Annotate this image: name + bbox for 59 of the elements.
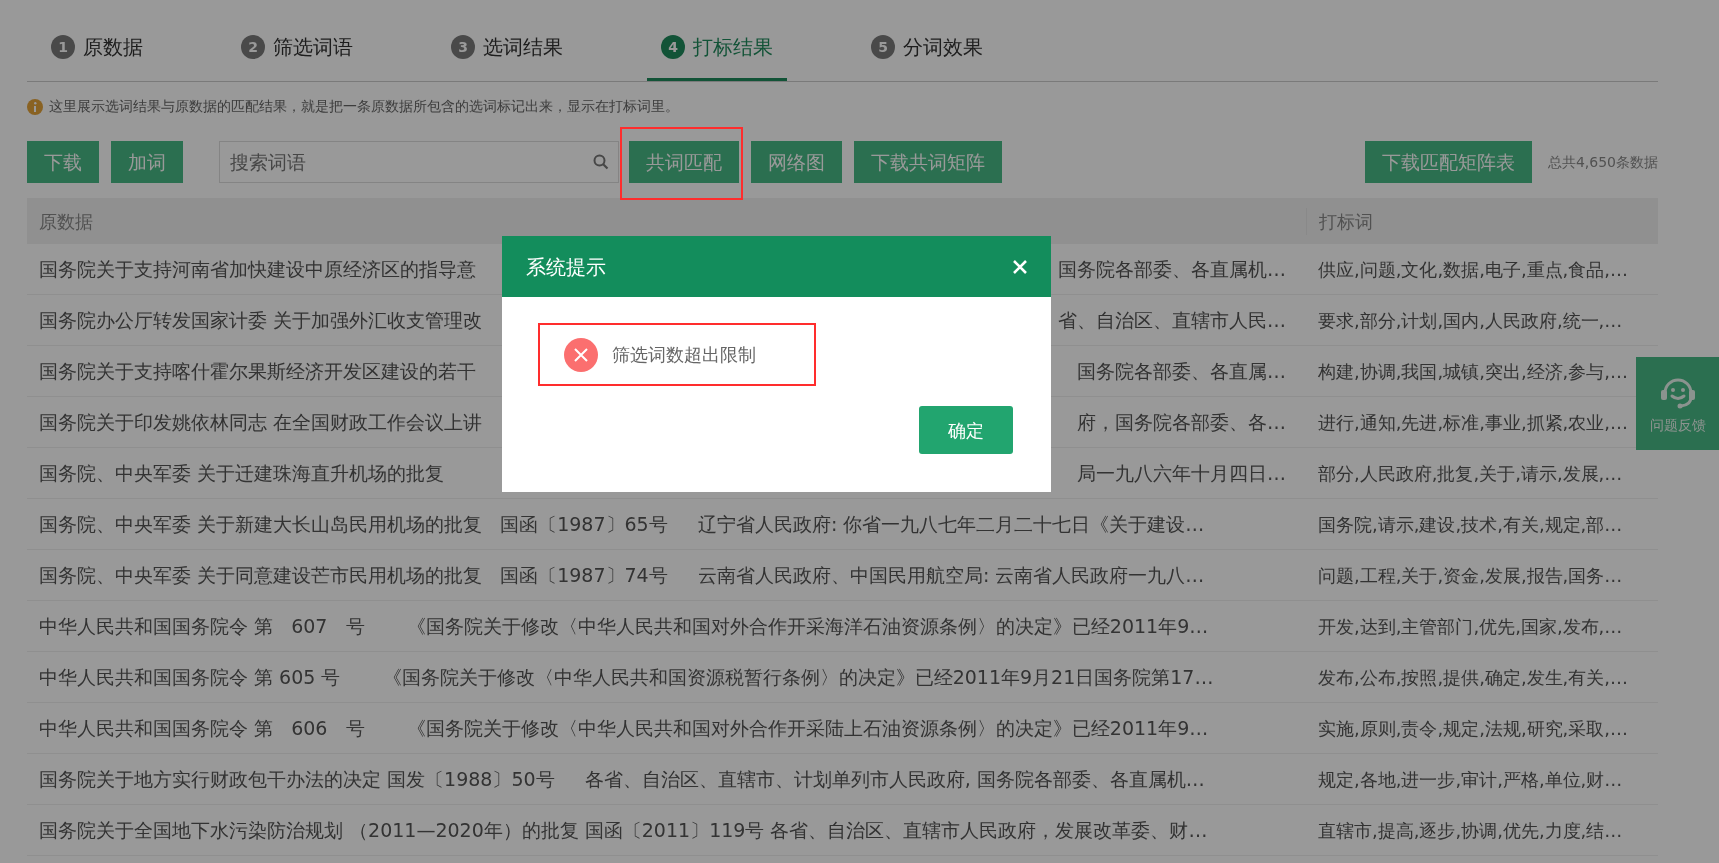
- table-cell: 实施,原则,责令,规定,法规,研究,采取,…: [1318, 717, 1629, 739]
- toolbar-button[interactable]: 下载共词矩阵: [854, 141, 1002, 183]
- toolbar-button[interactable]: 下载匹配矩阵表: [1364, 141, 1532, 183]
- table-cell-text: 中华人民共和国国务院令 第 605 号 《国务院关于修改〈中华人民共和国资源税暂行条例〉的决定》已经2011年9月21日国务院第17…: [39, 664, 1214, 690]
- table-cell: 供应,问题,文化,数据,电子,重点,食品,…: [1318, 258, 1629, 280]
- table-cell-text: 国务院、中央军委 关于迁建珠海直升机场的批复: [39, 460, 445, 486]
- table-cell-text: 国务院办公厅转发国家计委 关于加强外汇收支管理改: [39, 307, 483, 333]
- step-number: 2: [241, 35, 265, 59]
- toolbar-button[interactable]: 共词匹配: [629, 141, 739, 183]
- step-tab[interactable]: 3 选词结果: [437, 32, 577, 81]
- table-cell: 发布,公布,按照,提供,确定,发生,有关,…: [1318, 666, 1629, 688]
- table-cell: 部分,人民政府,批复,关于,请示,发展,…: [1318, 462, 1623, 484]
- table-cell: 开发,达到,主管部门,优先,国家,发布,…: [1318, 615, 1623, 637]
- step-number: 5: [871, 35, 895, 59]
- table-cell-text: 省、自治区、直辖市人民…: [1058, 307, 1286, 333]
- table-cell-text: 国务院各部委、各直属…: [1077, 358, 1286, 384]
- dialog-message: 筛选词数超出限制: [612, 343, 756, 367]
- toolbar-button[interactable]: 网络图: [751, 141, 842, 183]
- confirm-button[interactable]: 确定: [919, 406, 1013, 454]
- table-cell: 国务院,请示,建设,技术,有关,规定,部…: [1318, 513, 1623, 535]
- step-number: 1: [51, 35, 75, 59]
- table-cell-text: 中华人民共和国国务院令 第 606 号 《国务院关于修改〈中华人民共和国对外合作开采陆上石油资源条例〉的决定》已经2011年9…: [39, 715, 1209, 741]
- column-header: 打标词: [1319, 210, 1373, 232]
- error-icon: [564, 337, 598, 372]
- table-cell-text: 府，国务院各部委、各…: [1077, 409, 1286, 435]
- table-cell: 问题,工程,关于,资金,发展,报告,国务…: [1318, 564, 1623, 586]
- dialog-title: 系统提示: [526, 253, 606, 281]
- search-field[interactable]: 搜索词语: [219, 141, 619, 183]
- step-tab[interactable]: 5 分词效果: [857, 32, 997, 81]
- table-cell-text: 国务院各部委、各直属机…: [1058, 256, 1286, 282]
- notice-text: 这里展示选词结果与原数据的匹配结果，就是把一条原数据所包含的选词标记出来，显示在打标词里。: [49, 97, 679, 116]
- toolbar-button[interactable]: 下载: [27, 141, 99, 183]
- step-number: 3: [451, 35, 475, 59]
- table-cell: 规定,各地,进一步,审计,严格,单位,财…: [1318, 768, 1623, 790]
- feedback-button[interactable]: 问题反馈: [1636, 357, 1719, 450]
- table-cell-text: 国务院关于地方实行财政包干办法的决定 国发〔1988〕50号 各省、自治区、直辖市、计划单列市人民政府, 国务院各部委、各直属机…: [39, 766, 1205, 792]
- table-cell-text: 国务院关于支持喀什霍尔果斯经济开发区建设的若干: [39, 358, 476, 384]
- table-cell-text: 局一九八六年十月四日…: [1077, 460, 1286, 486]
- step-tab[interactable]: 2 筛选词语: [227, 32, 367, 81]
- table-cell-text: 国务院、中央军委 关于同意建设芒市民用机场的批复 国函〔1987〕74号 云南省人民政府、中国民用航空局: 云南省人民政府一九八…: [39, 562, 1205, 588]
- toolbar-button[interactable]: 加词: [111, 141, 183, 183]
- feedback-label: 问题反馈: [1649, 416, 1706, 435]
- table-cell: 进行,通知,先进,标准,事业,抓紧,农业,…: [1318, 411, 1629, 433]
- table-cell-text: 国务院关于支持河南省加快建设中原经济区的指导意: [39, 256, 476, 282]
- step-tab[interactable]: 4 打标结果: [647, 32, 787, 81]
- table-cell-text: 国务院、中央军委 关于新建大长山岛民用机场的批复 国函〔1987〕65号 辽宁省人民政府: 你省一九八七年二月二十七日《关于建设…: [39, 511, 1205, 537]
- step-number: 4: [661, 35, 685, 59]
- column-header: 原数据: [39, 209, 93, 234]
- table-cell-text: 国务院关于印发姚依林同志 在全国财政工作会议上讲: [39, 409, 483, 435]
- total-count: 总共4,650条数据: [1547, 152, 1658, 172]
- table-cell-text: 中华人民共和国国务院令 第 607 号 《国务院关于修改〈中华人民共和国对外合作开采海洋石油资源条例〉的决定》已经2011年9…: [39, 613, 1209, 639]
- info-icon: [27, 98, 43, 115]
- table-cell: 构建,协调,我国,城镇,突出,经济,参与,…: [1318, 360, 1629, 382]
- step-tab[interactable]: 1 原数据: [37, 32, 157, 81]
- table-cell: 要求,部分,计划,国内,人民政府,统一,…: [1318, 309, 1623, 331]
- close-button[interactable]: [1013, 259, 1027, 274]
- search-icon[interactable]: [593, 154, 609, 170]
- table-cell: 直辖市,提高,逐步,协调,优先,力度,结…: [1318, 819, 1623, 841]
- table-cell-text: 国务院关于全国地下水污染防治规划 （2011—2020年）的批复 国函〔2011〕119号 各省、自治区、直辖市人民政府，发展改革委、财…: [39, 817, 1208, 843]
